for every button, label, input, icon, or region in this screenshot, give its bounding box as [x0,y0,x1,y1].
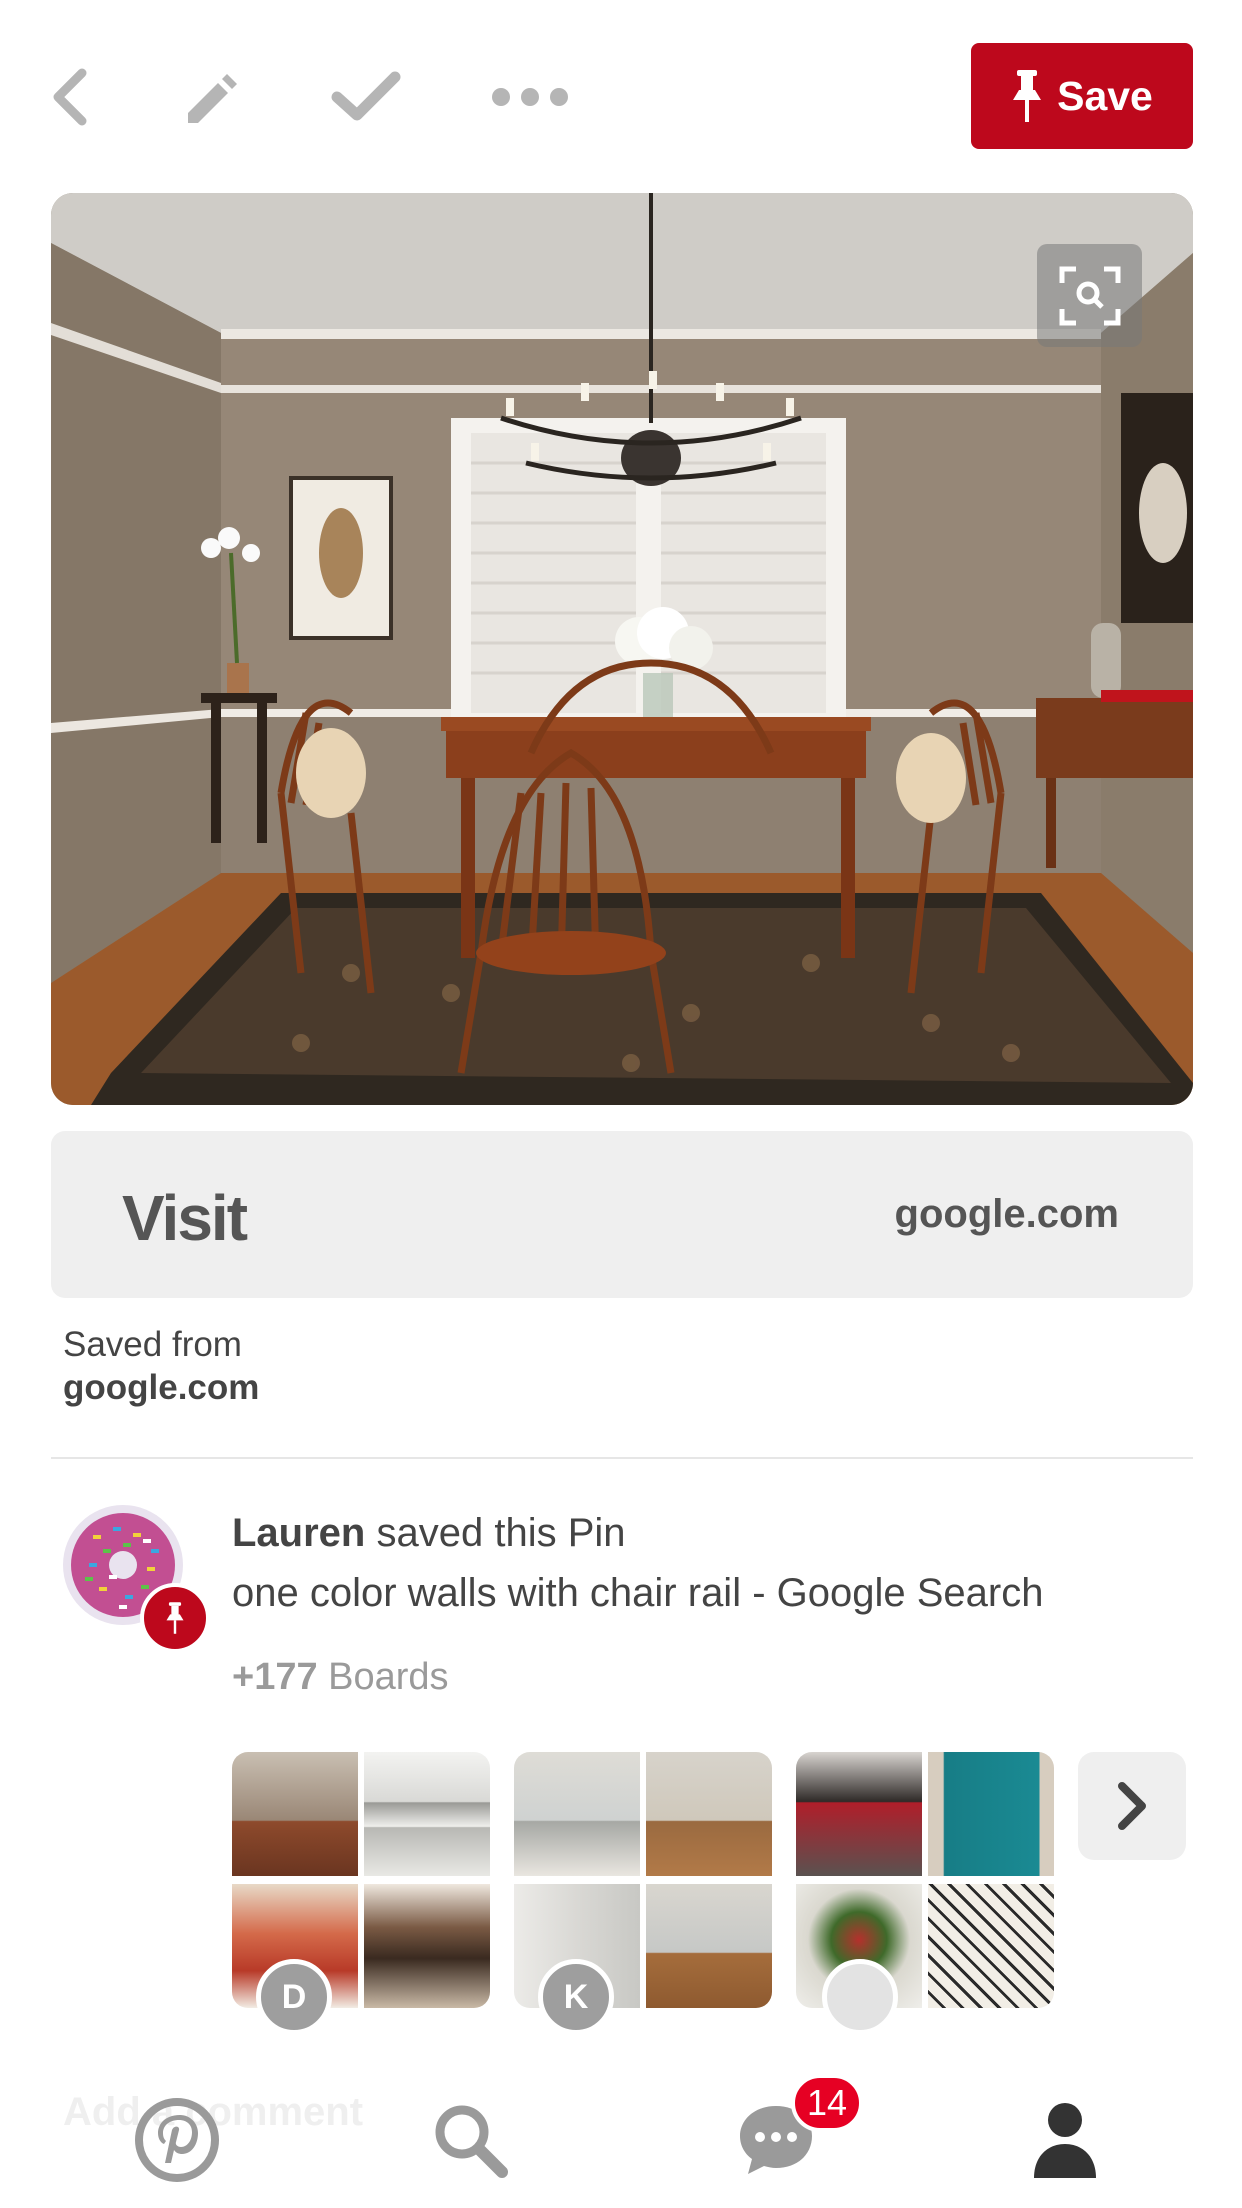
pinterest-home-icon [135,2098,219,2182]
boards-count-number: +177 [232,1656,318,1698]
back-chevron-icon [53,68,87,126]
more-button[interactable] [490,62,570,132]
nav-home[interactable] [127,2090,227,2190]
visit-domain: google.com [894,1192,1119,1236]
board-thumbnail [514,1752,640,1876]
next-boards-button[interactable] [1078,1752,1186,1860]
nav-profile[interactable] [1015,2090,1115,2190]
board-owner-initial: D [256,1959,332,2035]
board-thumbnail [928,1884,1054,2008]
done-button[interactable] [326,62,406,132]
board-thumbnail [364,1884,490,2008]
pin-badge [140,1583,210,1653]
board-thumbnail [928,1752,1054,1876]
visit-label: Visit [122,1182,248,1254]
save-button[interactable]: Save [971,43,1193,149]
board-owner-avatar [822,1959,898,2035]
visual-search-icon [1059,266,1120,325]
pushpin-icon [1013,70,1042,122]
board-thumbnail [364,1752,490,1876]
source-domain-link[interactable]: google.com [63,1368,259,1408]
visit-button[interactable]: Visit google.com [51,1131,1193,1298]
divider [51,1457,1193,1459]
pin-image[interactable] [51,193,1193,1105]
pushpin-icon [166,1602,184,1634]
board-thumbnail [232,1752,358,1876]
notification-badge: 14 [791,2074,863,2132]
board-thumbnail [646,1752,772,1876]
board-thumbnail [796,1752,922,1876]
dining-room-illustration [51,193,1193,1105]
checkmark-icon [331,71,401,121]
profile-icon [1034,2103,1096,2178]
boards-count-label: Boards [328,1656,449,1698]
edit-button[interactable] [170,62,250,132]
saved-from-label: Saved from [63,1325,242,1364]
activity-line: Lauren saved this Pin [232,1511,626,1556]
save-button-label: Save [1057,72,1153,119]
more-dots-icon [492,88,568,106]
activity-action: saved this Pin [376,1511,626,1555]
pin-description: one color walls with chair rail - Google… [232,1571,1044,1615]
board-thumbnail [646,1884,772,2008]
visual-search-button[interactable] [1037,244,1142,347]
edit-pencil-icon [188,74,237,123]
search-icon [435,2105,508,2178]
user-name-link[interactable]: Lauren [232,1511,365,1555]
nav-search[interactable] [420,2090,520,2190]
boards-count[interactable]: +177 Boards [232,1656,449,1699]
chevron-right-icon [1118,1782,1146,1830]
back-button[interactable] [30,62,110,132]
board-owner-initial: K [538,1959,614,2035]
